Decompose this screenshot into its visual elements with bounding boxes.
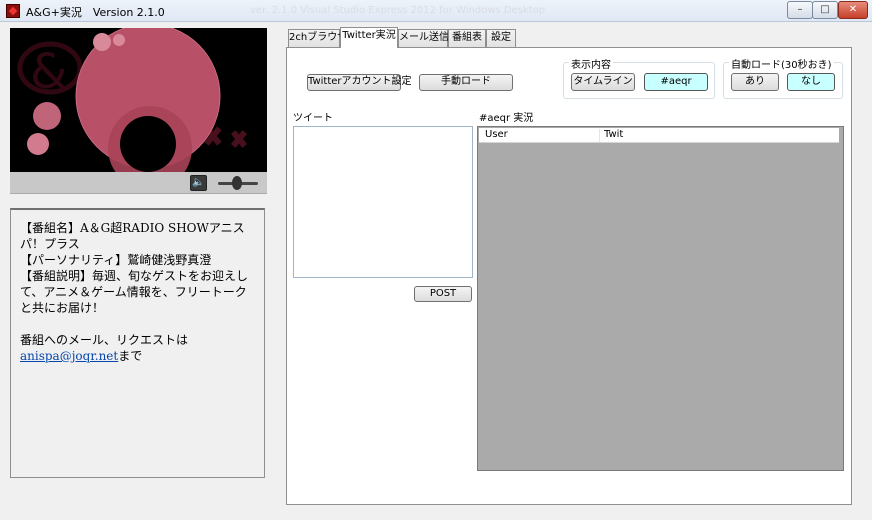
- tab-schedule[interactable]: 番組表: [448, 29, 486, 47]
- maximize-button[interactable]: □: [812, 1, 838, 19]
- player-controls: 🔈: [10, 172, 267, 194]
- post-button[interactable]: POST: [414, 286, 472, 302]
- tweet-list[interactable]: User Twit: [477, 126, 844, 471]
- tweet-input[interactable]: [293, 126, 473, 278]
- program-info: 【番組名】A＆G超RADIO SHOWアニスパ！プラス 【パーソナリティ】鷲崎健…: [10, 208, 265, 478]
- autoload-off-button[interactable]: なし: [787, 73, 835, 91]
- twitter-panel: Twitterアカウント設定 手動ロード 表示内容 タイムライン #aeqr 自…: [286, 47, 852, 505]
- program-info-suffix: まで: [118, 349, 143, 363]
- twitter-account-button[interactable]: Twitterアカウント設定: [307, 74, 412, 91]
- status-bar: [0, 508, 872, 520]
- stream-label: #aeqr 実況: [479, 113, 534, 124]
- video-player[interactable]: &: [10, 28, 267, 172]
- display-content-group: 表示内容 タイムライン #aeqr: [563, 56, 715, 99]
- manual-load-button[interactable]: 手動ロード: [419, 74, 513, 91]
- tab-2ch-browser[interactable]: 2chブラウザ: [288, 29, 347, 47]
- program-info-text: 【番組名】A＆G超RADIO SHOWアニスパ！プラス 【パーソナリティ】鷲崎健…: [20, 221, 249, 347]
- display-content-label: 表示内容: [569, 56, 613, 71]
- video-frame-image: &: [10, 28, 267, 172]
- hashtag-button[interactable]: #aeqr: [644, 73, 708, 91]
- timeline-button[interactable]: タイムライン: [571, 73, 635, 91]
- column-user[interactable]: User: [485, 129, 508, 140]
- app-icon: [6, 4, 20, 18]
- title-bar[interactable]: A&G+実況 Version 2.1.0 ver. 2.1.0 Visual S…: [0, 0, 872, 22]
- tweet-label: ツイート: [293, 113, 333, 124]
- tab-twitter[interactable]: Twitter実況: [340, 27, 398, 48]
- autoload-label: 自動ロード(30秒おき): [729, 56, 834, 71]
- close-button[interactable]: ✕: [838, 1, 868, 19]
- column-divider[interactable]: [599, 129, 600, 142]
- window-title-ghost: ver. 2.1.0 Visual Studio Express 2012 fo…: [250, 5, 546, 16]
- speaker-icon[interactable]: 🔈: [190, 175, 207, 191]
- window-title: A&G+実況 Version 2.1.0: [26, 6, 165, 19]
- tab-settings[interactable]: 設定: [486, 29, 516, 47]
- tab-mail[interactable]: メール送信: [398, 29, 449, 47]
- minimize-button[interactable]: –: [787, 1, 813, 19]
- svg-text:&: &: [30, 44, 67, 100]
- autoload-group: 自動ロード(30秒おき) あり なし: [723, 56, 843, 99]
- tweet-list-header: User Twit: [479, 128, 839, 143]
- column-twit[interactable]: Twit: [604, 129, 623, 140]
- autoload-on-button[interactable]: あり: [731, 73, 779, 91]
- program-email-link[interactable]: anispa@joqr.net: [20, 349, 118, 363]
- volume-slider-thumb[interactable]: [232, 176, 242, 190]
